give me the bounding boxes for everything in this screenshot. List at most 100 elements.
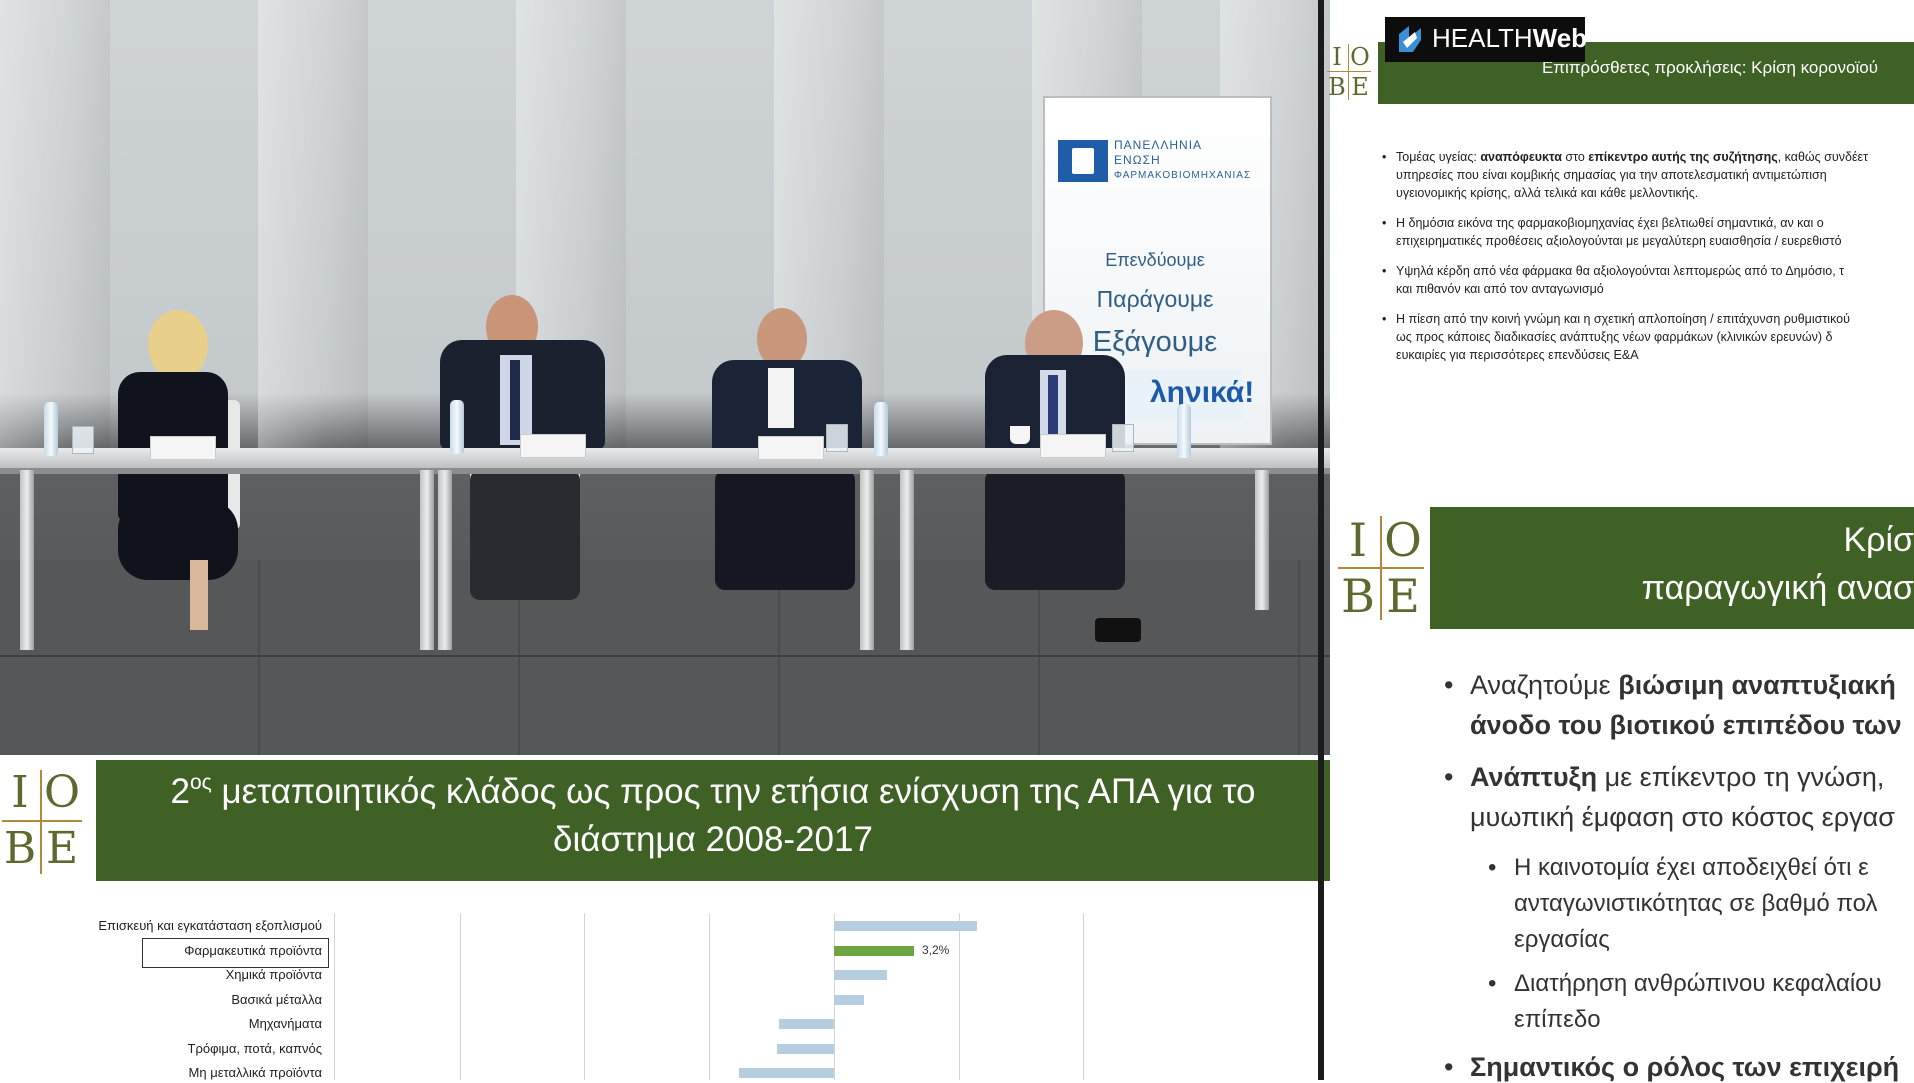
sub-bullet-2-line1: Διατήρηση ανθρώπινου κεφαλαίου xyxy=(1514,970,1882,997)
bullet-bold: Ανάπτυξη xyxy=(1470,762,1598,792)
chart-gridline xyxy=(959,913,960,1080)
panel-divider xyxy=(1318,0,1324,1080)
banner-org-line2: ΕΝΩΣΗ xyxy=(1114,153,1161,167)
bullet-1-line2: άνοδο του βιοτικού επιπέδου των xyxy=(1470,710,1902,740)
bullet-text: στο xyxy=(1561,150,1589,164)
bullet-text: με επίκεντρο τη γνώση, xyxy=(1597,762,1885,792)
title-text: μεταποιητικός κλάδος ως προς την ετήσια … xyxy=(211,772,1256,811)
bullet-line: υπηρεσίες που είναι κομβικής σημασίας γι… xyxy=(1396,168,1827,182)
speaker-2-tie xyxy=(510,360,520,440)
bullet-line: Τομέας υγείας: αναπόφευκτα στο επίκεντρο… xyxy=(1396,148,1914,166)
chart-gridline xyxy=(334,913,335,1080)
bullet-item: Τομέας υγείας: αναπόφευκτα στο επίκεντρο… xyxy=(1380,148,1914,202)
bullet-item: Η δημόσια εικόνα της φαρμακοβιομηχανίας … xyxy=(1380,214,1914,250)
chart-bar xyxy=(779,1019,834,1029)
logo-letter-i: I xyxy=(1348,513,1368,567)
chart-gridline xyxy=(1083,913,1084,1080)
chart-bar xyxy=(776,1043,834,1054)
logo-letter-e: E xyxy=(1351,73,1369,101)
bullet-item: Υψηλά κέρδη από νέα φάρμακα θα αξιολογού… xyxy=(1380,262,1914,298)
table-leg xyxy=(900,470,914,650)
brand-part1: HEALTH xyxy=(1432,23,1533,53)
banner-word-1: Επενδύουμε xyxy=(1105,250,1205,270)
logo-divider xyxy=(1380,516,1382,620)
highlight-box xyxy=(142,938,329,968)
sub-bullet-2-line2: επίπεδο xyxy=(1514,1006,1601,1033)
bullet-line: επιχειρηματικές προθέσεις αξιολογούνται … xyxy=(1396,234,1842,248)
water-bottle xyxy=(1177,404,1191,458)
logo-divider xyxy=(1327,71,1371,72)
chart-bar xyxy=(834,921,977,931)
nameplate xyxy=(520,434,586,458)
water-glass xyxy=(826,424,848,452)
chart-bar xyxy=(739,1068,834,1078)
healthweb-brand: HEALTHWeb xyxy=(1432,18,1587,58)
bullet-bold: επίκεντρο αυτής της συζήτησης xyxy=(1588,150,1778,164)
top-right-slide-bullets: Τομέας υγείας: αναπόφευκτα στο επίκεντρο… xyxy=(1380,148,1914,376)
bullet-2-line2: μυωπική έμφαση στο κόστος εργασ xyxy=(1470,802,1895,832)
bullet-marker: • xyxy=(1444,670,1454,700)
bullet-line: υγειονομικής κρίσης, αλλά τελικά και κάθ… xyxy=(1396,186,1699,200)
bullet-3-line1: Σημαντικός ο ρόλος των επιχειρή xyxy=(1470,1052,1900,1082)
speaker-3-legs xyxy=(715,470,855,590)
water-glass xyxy=(1112,424,1134,452)
table-leg xyxy=(1255,470,1269,610)
table-leg xyxy=(20,470,34,650)
nameplate xyxy=(1040,434,1106,458)
bullet-2-line1: Ανάπτυξη με επίκεντρο τη γνώση, xyxy=(1470,762,1884,793)
sub-bullet-1-line1: Η καινοτομία έχει αποδειχθεί ότι ε xyxy=(1514,854,1869,881)
banner-org-line3: ΦΑΡΜΑΚΟΒΙΟΜΗΧΑΝΙΑΣ xyxy=(1114,170,1252,181)
table-leg xyxy=(860,470,874,650)
sub-bullet-marker: • xyxy=(1488,970,1497,997)
chart-category-label: Χημικά προϊόντα xyxy=(225,967,322,982)
bottom-right-slide-title-line1: Κρίσ xyxy=(1843,521,1914,559)
table-leg xyxy=(420,470,434,650)
bullet-bold: αναπόφευκτα xyxy=(1480,150,1562,164)
chart-category-label: Τρόφιμα, ποτά, καπνός xyxy=(187,1040,322,1056)
bullet-marker: • xyxy=(1444,1052,1454,1082)
bullet-item: Η πίεση από την κοινή γνώμη και η σχετικ… xyxy=(1380,310,1914,364)
chart-category-label: Μη μεταλλικά προϊόντα xyxy=(188,1065,322,1080)
speaker-4-tie xyxy=(1048,375,1058,440)
brand-part2: Web xyxy=(1532,23,1588,53)
sub-bullet-marker: • xyxy=(1488,854,1497,881)
bullet-marker: • xyxy=(1444,762,1454,792)
sub-bullet-1-line2: ανταγωνιστικότητας σε βαθμό πολ xyxy=(1514,890,1878,917)
chart-category-labels: Επισκευή και εγκατάσταση εξοπλισμού Φαρμα… xyxy=(40,0,322,1080)
water-bottle xyxy=(450,400,464,454)
floor-device xyxy=(1095,618,1141,642)
logo-letter-b: B xyxy=(1328,73,1346,101)
chart-category-label: Βασικά μέταλλα xyxy=(231,991,322,1007)
banner-word-2: Παράγουμε xyxy=(1096,286,1214,312)
bullet-line: ευκαιρίες για περισσότερες επενδύσεις Ε&… xyxy=(1396,348,1639,362)
logo-letter-o: O xyxy=(1384,513,1422,567)
logo-letter-i: I xyxy=(1332,43,1342,71)
bullet-bold: βιώσιμη αναπτυξιακή xyxy=(1618,670,1896,700)
logo-letter-i: I xyxy=(11,767,29,818)
chart-bar xyxy=(834,994,864,1005)
logo-letter-b: B xyxy=(1341,569,1375,623)
iobe-logo-medium: I O B E xyxy=(1336,512,1428,624)
chart-gridline xyxy=(460,913,461,1080)
speaker-2-legs xyxy=(470,470,580,600)
bullet-text: Τομέας υγείας: xyxy=(1396,150,1481,164)
chart-bar xyxy=(834,945,914,956)
nameplate xyxy=(758,436,824,460)
logo-letter-e: E xyxy=(1386,569,1420,623)
bullet-line: Υψηλά κέρδη από νέα φάρμακα θα αξιολογού… xyxy=(1396,264,1845,278)
logo-letter-b: B xyxy=(3,823,37,874)
bullet-line: Η δημόσια εικόνα της φαρμακοβιομηχανίας … xyxy=(1396,216,1824,230)
speaker-3-shirt xyxy=(768,368,794,428)
bullet-text: Αναζητούμε xyxy=(1470,670,1619,700)
logo-divider xyxy=(1348,44,1349,100)
chart-data-label: 3,2% xyxy=(922,942,950,957)
water-bottle xyxy=(874,402,888,456)
speaker-4-legs xyxy=(985,470,1125,590)
coffee-cup xyxy=(1010,426,1030,444)
bullet-line: ως προς κάποιες διαδικασίες ανάπτυξης νέ… xyxy=(1396,330,1833,344)
chart-gridline xyxy=(584,913,585,1080)
chart-category-label: Επισκευή και εγκατάσταση εξοπλισμού xyxy=(98,918,322,933)
banner-org-line1: ΠΑΝΕΛΛΗΝΙΑ xyxy=(1114,138,1203,152)
logo-letter-o: O xyxy=(1350,43,1370,71)
bullet-1-line1: Αναζητούμε βιώσιμη αναπτυξιακή xyxy=(1470,670,1896,701)
